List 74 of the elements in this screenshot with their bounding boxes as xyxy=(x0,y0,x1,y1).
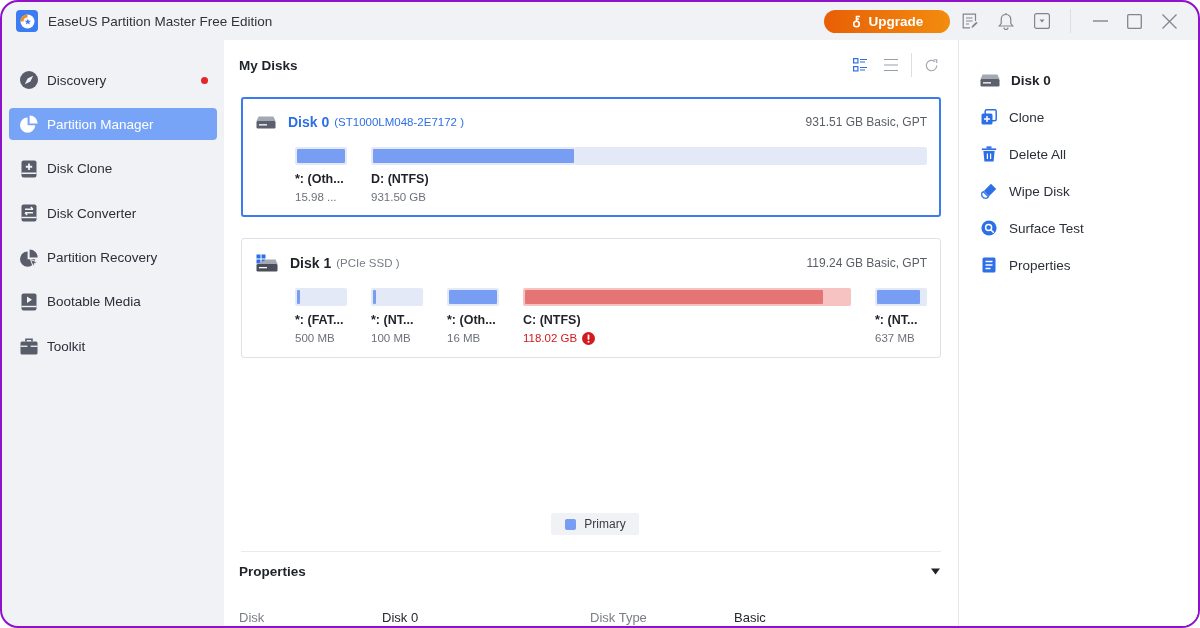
disk-name: Disk 0 xyxy=(288,114,330,130)
document-icon xyxy=(981,257,997,273)
hard-drive-icon xyxy=(256,115,276,129)
maximize-icon[interactable] xyxy=(1127,13,1142,29)
section-title: My Disks xyxy=(239,57,298,73)
trash-icon xyxy=(981,146,997,162)
sidebar-item[interactable]: Bootable Media xyxy=(9,285,217,318)
partition-track[interactable] xyxy=(371,288,423,306)
hard-drive-icon xyxy=(980,73,1000,87)
disk-name: Disk 1 xyxy=(290,255,332,271)
disk-card[interactable]: Disk 0 (ST1000LM048-2E7172 ) 931.51 GB Basic, GPT *: (Oth... 15.98 ... D: (NTFS) 931.50 GB xyxy=(241,97,941,217)
disk-play-icon xyxy=(20,292,38,311)
drive-grid-icon xyxy=(256,254,278,272)
property-value: Disk 0 xyxy=(382,610,420,626)
sidebar-item[interactable]: Discovery xyxy=(9,64,217,96)
pie-cursor-icon xyxy=(20,248,38,267)
notes-icon[interactable] xyxy=(962,13,978,29)
partition-label: *: (Oth... xyxy=(447,312,496,328)
sidebar-item[interactable]: Partition Recovery xyxy=(9,241,217,274)
disk-arrows-icon xyxy=(20,204,38,223)
partition-size: 15.98 ... xyxy=(295,190,337,204)
sidebar-item[interactable]: Toolkit xyxy=(9,330,217,363)
partition-size: 931.50 GB xyxy=(371,190,426,204)
partition-track[interactable] xyxy=(295,288,347,306)
property-label: Disk xyxy=(239,610,266,626)
partition-size: 118.02 GB xyxy=(523,331,578,345)
partition-track[interactable] xyxy=(371,147,927,165)
dropdown-icon[interactable] xyxy=(1034,13,1050,29)
disk-summary: 119.24 GB Basic, GPT xyxy=(806,256,927,270)
action-button[interactable]: Properties xyxy=(980,253,1071,277)
list-view-icon[interactable] xyxy=(884,58,898,72)
briefcase-icon xyxy=(20,337,38,356)
compass-icon xyxy=(20,71,38,89)
partition-label: *: (Oth... xyxy=(295,171,344,187)
partition-label: *: (FAT... xyxy=(295,312,344,328)
pie-chart-icon xyxy=(20,115,38,134)
refresh-icon[interactable] xyxy=(925,58,938,72)
bell-icon[interactable] xyxy=(998,12,1014,30)
disk-plus-icon xyxy=(20,159,38,178)
eraser-icon xyxy=(981,183,997,199)
disk-summary: 931.51 GB Basic, GPT xyxy=(805,115,927,129)
disk-model: (ST1000LM048-2E7172 ) xyxy=(334,116,465,128)
detail-view-icon[interactable] xyxy=(853,58,867,72)
partition-label: C: (NTFS) xyxy=(523,312,581,328)
window-title: EaseUS Partition Master Free Edition xyxy=(48,13,273,29)
app-logo-icon xyxy=(16,10,38,32)
partition-label: D: (NTFS) xyxy=(371,171,429,187)
partition-label: *: (NT... xyxy=(371,312,414,328)
partition-track[interactable] xyxy=(523,288,851,306)
property-label: Disk Type xyxy=(590,610,648,626)
key-icon xyxy=(850,14,862,28)
properties-title: Properties xyxy=(239,563,306,579)
partition-size: 500 MB xyxy=(295,331,335,345)
partition-label: *: (NT... xyxy=(875,312,918,328)
partition-track[interactable] xyxy=(875,288,927,306)
property-value: Basic xyxy=(734,610,767,626)
legend-label: Primary xyxy=(584,517,626,531)
warning-icon xyxy=(582,331,596,345)
action-button[interactable]: Wipe Disk xyxy=(980,179,1070,203)
disk-magnifier-icon xyxy=(981,220,997,236)
disk-model: (PCIe SSD ) xyxy=(336,257,400,269)
partition-size: 16 MB xyxy=(447,331,481,345)
caret-icon[interactable] xyxy=(931,566,940,576)
action-button[interactable]: Delete All xyxy=(980,142,1067,166)
close-icon[interactable] xyxy=(1162,13,1177,29)
partition-size: 100 MB xyxy=(371,331,411,345)
sidebar-item[interactable]: Disk Clone xyxy=(9,152,217,185)
action-button[interactable]: Clone xyxy=(980,105,1045,129)
clone-icon xyxy=(981,109,997,125)
partition-size: 637 MB xyxy=(875,331,915,345)
selected-disk-name: Disk 0 xyxy=(1011,72,1051,88)
action-button[interactable]: Surface Test xyxy=(980,216,1084,240)
disk-card[interactable]: Disk 1 (PCIe SSD ) 119.24 GB Basic, GPT *: (FAT... 500 MB *: (NT... 100 MB *: (Oth... 16 MB C: (NTFS) 118.02 GB *: (NT... 637 MB xyxy=(241,238,941,358)
sidebar-item[interactable]: Disk Converter xyxy=(9,197,217,230)
